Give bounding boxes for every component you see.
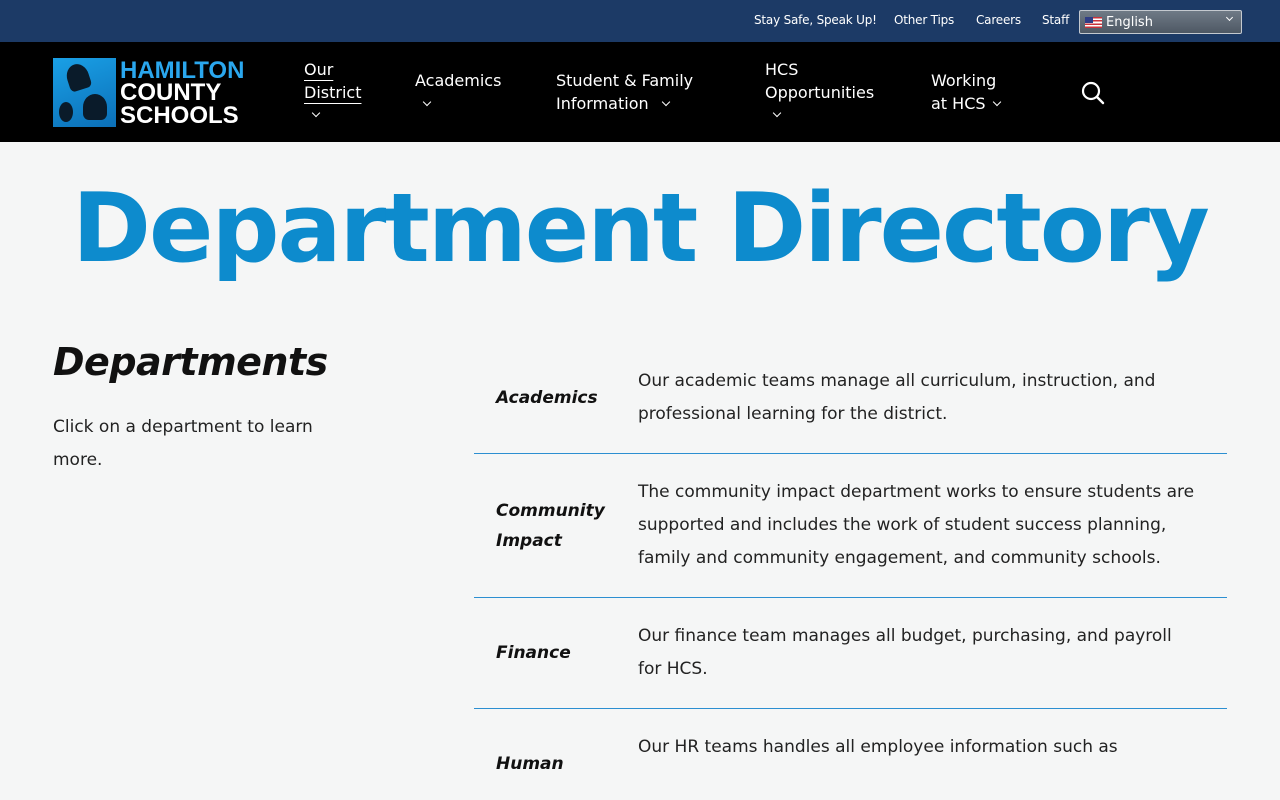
nav-item-label: Working at HCS <box>931 71 997 113</box>
utility-bar: Stay Safe, Speak Up! Other Tips Careers … <box>0 0 1280 42</box>
nav-item-label: Student & Family Information <box>556 71 694 113</box>
language-select[interactable]: English <box>1079 10 1242 34</box>
logo-mark-icon <box>53 58 116 127</box>
nav-item-hcs-opportunities[interactable]: HCS Opportunities <box>765 42 905 142</box>
search-icon <box>1081 81 1105 105</box>
department-row-academics[interactable]: Academics Our academic teams manage all … <box>474 355 1227 454</box>
department-row-finance[interactable]: Finance Our finance team manages all bud… <box>474 598 1227 709</box>
nav-item-label: Academics <box>415 71 502 90</box>
department-description: Our academic teams manage all curriculum… <box>638 371 1156 424</box>
staff-link[interactable]: Staff <box>1042 13 1069 27</box>
department-description: Our finance team manages all budget, pur… <box>638 626 1172 679</box>
nav-item-label: Our District <box>304 60 362 102</box>
nav-item-label: HCS Opportunities <box>765 60 875 102</box>
nav-item-academics[interactable]: Academics <box>415 42 525 142</box>
other-tips-link[interactable]: Other Tips <box>894 13 954 27</box>
department-row-human-resources[interactable]: Human Our HR teams handles all employee … <box>474 709 1227 800</box>
department-name: Human <box>496 754 564 774</box>
language-label: English <box>1106 14 1153 30</box>
department-description: The community impact department works to… <box>638 482 1195 568</box>
logo-text-line3: SCHOOLS <box>120 102 239 129</box>
department-list: Academics Our academic teams manage all … <box>474 355 1227 800</box>
us-flag-icon <box>1085 16 1102 28</box>
nav-item-working-at-hcs[interactable]: Working at HCS <box>931 42 1031 142</box>
page-title: Department Directory <box>72 174 1210 284</box>
logo-text-line2: COUNTY <box>120 79 222 106</box>
chevron-down-icon <box>772 108 782 118</box>
departments-heading: Departments <box>53 340 328 384</box>
careers-link[interactable]: Careers <box>976 13 1021 27</box>
nav-item-our-district[interactable]: Our District <box>304 42 384 142</box>
department-row-community-impact[interactable]: Community Impact The community impact de… <box>474 454 1227 598</box>
nav-item-student-family-information[interactable]: Student & Family Information <box>556 42 726 142</box>
stay-safe-link[interactable]: Stay Safe, Speak Up! <box>754 13 877 27</box>
search-button[interactable] <box>1080 80 1106 106</box>
hcs-logo[interactable]: HAMILTON COUNTY SCHOOLS <box>53 58 257 129</box>
department-description: Our HR teams handles all employee inform… <box>638 737 1118 757</box>
chevron-down-icon <box>422 97 432 107</box>
department-name: Finance <box>496 643 571 663</box>
department-name: Community Impact <box>496 500 605 551</box>
main-navigation: HAMILTON COUNTY SCHOOLS Our District Aca… <box>0 42 1280 142</box>
chevron-down-icon <box>311 108 321 118</box>
departments-intro-text: Click on a department to learn more. <box>53 417 313 470</box>
chevron-down-icon <box>1225 13 1234 22</box>
department-name: Academics <box>496 388 598 408</box>
